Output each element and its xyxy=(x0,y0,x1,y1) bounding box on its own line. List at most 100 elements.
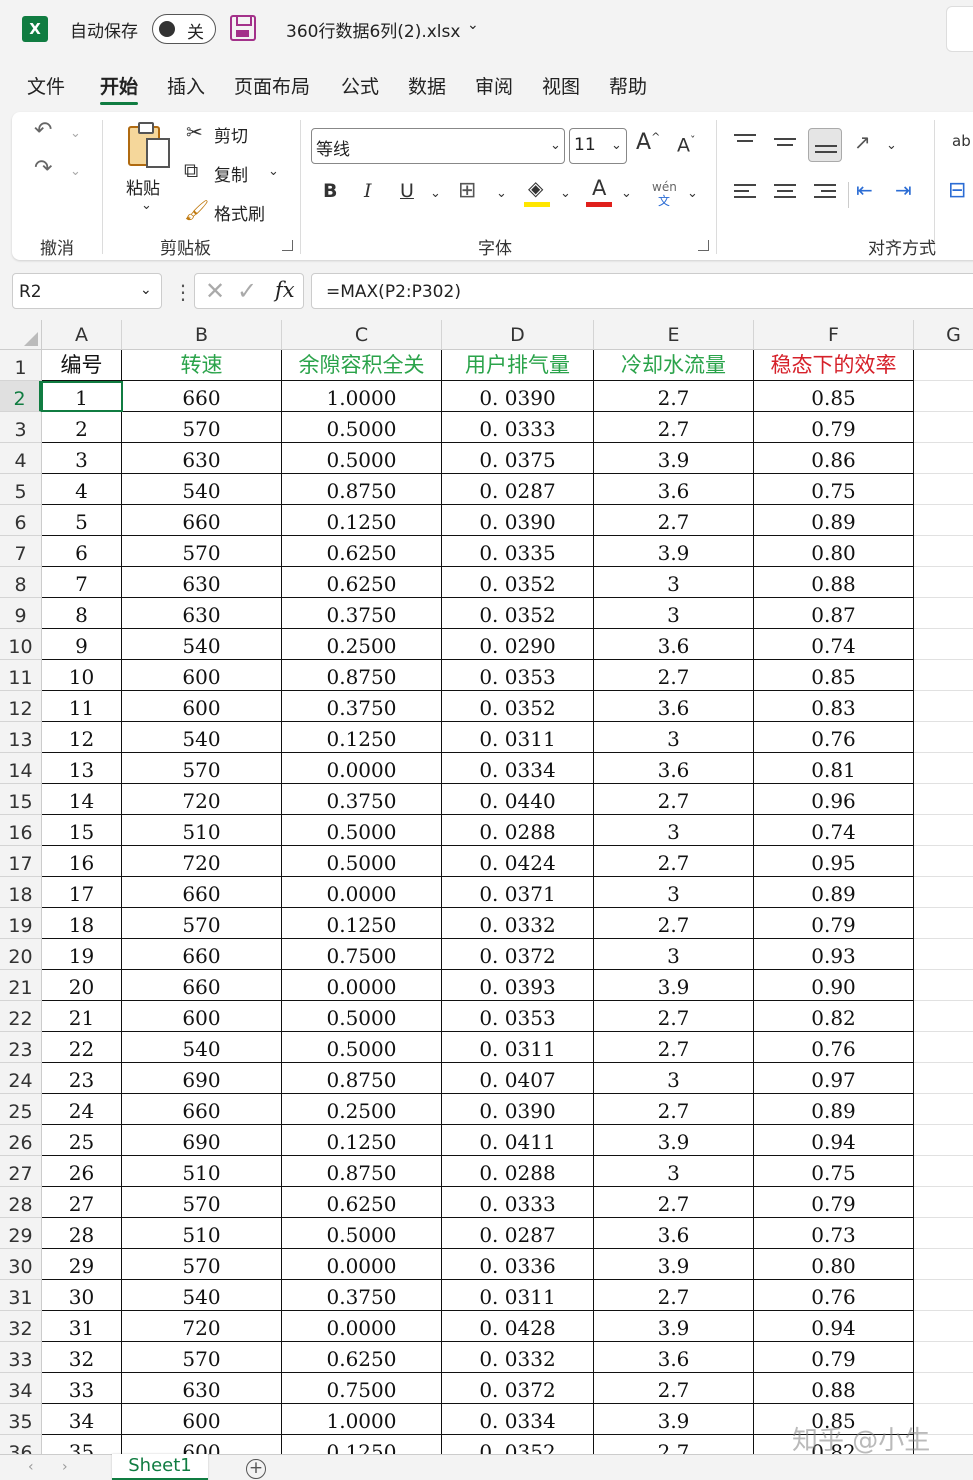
autosave-toggle[interactable]: 关 xyxy=(152,14,216,44)
data-cell[interactable]: 0.86 xyxy=(754,443,914,474)
data-cell[interactable]: 0.79 xyxy=(754,412,914,443)
empty-cell[interactable] xyxy=(914,660,973,691)
data-cell[interactable]: 0.89 xyxy=(754,505,914,536)
row-header[interactable]: 2 xyxy=(0,381,42,412)
prev-sheet-icon[interactable]: ‹ xyxy=(28,1459,34,1475)
data-cell[interactable]: 3 xyxy=(594,567,754,598)
data-cell[interactable]: 2.7 xyxy=(594,1435,754,1454)
data-cell[interactable]: 0.88 xyxy=(754,567,914,598)
data-cell[interactable]: 0.79 xyxy=(754,908,914,939)
row-header[interactable]: 27 xyxy=(0,1156,42,1187)
data-cell[interactable]: 0.0000 xyxy=(282,1311,442,1342)
tab-formulas[interactable]: 公式 xyxy=(341,72,379,99)
data-cell[interactable]: 21 xyxy=(42,1001,122,1032)
data-cell[interactable]: 0.81 xyxy=(754,753,914,784)
row-header[interactable]: 6 xyxy=(0,505,42,536)
data-cell[interactable]: 0.73 xyxy=(754,1218,914,1249)
data-cell[interactable]: 0.76 xyxy=(754,1032,914,1063)
data-cell[interactable]: 2.7 xyxy=(594,660,754,691)
data-cell[interactable]: 0.8750 xyxy=(282,660,442,691)
data-cell[interactable]: 0. 0332 xyxy=(442,908,594,939)
data-cell[interactable]: 0.96 xyxy=(754,784,914,815)
row-header[interactable]: 3 xyxy=(0,412,42,443)
data-cell[interactable]: 570 xyxy=(122,753,282,784)
data-cell[interactable]: 3 xyxy=(594,1156,754,1187)
data-cell[interactable]: 0. 0334 xyxy=(442,1404,594,1435)
empty-cell[interactable] xyxy=(914,1187,973,1218)
data-cell[interactable]: 3.6 xyxy=(594,691,754,722)
empty-cell[interactable] xyxy=(914,443,973,474)
data-cell[interactable]: 0.0000 xyxy=(282,753,442,784)
data-cell[interactable]: 0. 0288 xyxy=(442,815,594,846)
row-header[interactable]: 17 xyxy=(0,846,42,877)
undo-chevron-icon[interactable]: ⌄ xyxy=(70,126,81,141)
data-cell[interactable]: 2 xyxy=(42,412,122,443)
data-cell[interactable]: 3 xyxy=(594,815,754,846)
underline-chevron-icon[interactable]: ⌄ xyxy=(430,186,441,201)
data-cell[interactable]: 0.1250 xyxy=(282,1125,442,1156)
row-header[interactable]: 16 xyxy=(0,815,42,846)
more-dots-icon[interactable]: ⋮ xyxy=(173,280,193,304)
data-cell[interactable]: 0.5000 xyxy=(282,412,442,443)
data-cell[interactable]: 0.3750 xyxy=(282,691,442,722)
data-cell[interactable]: 33 xyxy=(42,1373,122,1404)
font-name-select[interactable]: 等线 xyxy=(311,128,565,164)
data-cell[interactable]: 0. 0336 xyxy=(442,1249,594,1280)
phonetic-chevron-icon[interactable]: ⌄ xyxy=(687,186,698,201)
name-box-chevron-icon[interactable]: ⌄ xyxy=(140,282,152,298)
copy-icon[interactable]: ⧉ xyxy=(184,158,198,182)
data-cell[interactable]: 660 xyxy=(122,381,282,412)
data-cell[interactable]: 27 xyxy=(42,1187,122,1218)
data-cell[interactable]: 0.74 xyxy=(754,815,914,846)
data-cell[interactable]: 0.90 xyxy=(754,970,914,1001)
data-cell[interactable]: 0.6250 xyxy=(282,1342,442,1373)
font-size-chevron-icon[interactable]: ⌄ xyxy=(611,138,622,153)
data-cell[interactable]: 3 xyxy=(594,1063,754,1094)
row-header[interactable]: 4 xyxy=(0,443,42,474)
data-cell[interactable]: 0.5000 xyxy=(282,815,442,846)
data-cell[interactable]: 3.9 xyxy=(594,536,754,567)
empty-cell[interactable] xyxy=(914,1218,973,1249)
row-header[interactable]: 8 xyxy=(0,567,42,598)
data-cell[interactable]: 0.75 xyxy=(754,474,914,505)
data-cell[interactable]: 0.89 xyxy=(754,877,914,908)
cut-button[interactable]: 剪切 xyxy=(214,122,248,147)
data-cell[interactable]: 630 xyxy=(122,567,282,598)
insert-function-button[interactable]: fx xyxy=(275,278,295,302)
data-cell[interactable]: 10 xyxy=(42,660,122,691)
increase-indent-icon[interactable]: ⇥ xyxy=(895,178,912,202)
data-cell[interactable]: 0.85 xyxy=(754,381,914,412)
data-cell[interactable]: 0.75 xyxy=(754,1156,914,1187)
data-cell[interactable]: 0. 0333 xyxy=(442,412,594,443)
column-header-e[interactable]: E xyxy=(594,320,754,350)
data-cell[interactable]: 0.3750 xyxy=(282,1280,442,1311)
data-cell[interactable]: 0.87 xyxy=(754,598,914,629)
header-cell[interactable]: 余隙容积全关 xyxy=(282,350,442,381)
data-cell[interactable]: 600 xyxy=(122,660,282,691)
data-cell[interactable]: 3.9 xyxy=(594,1125,754,1156)
empty-cell[interactable] xyxy=(914,1125,973,1156)
data-cell[interactable]: 0.89 xyxy=(754,1094,914,1125)
data-cell[interactable]: 0. 0428 xyxy=(442,1311,594,1342)
data-cell[interactable]: 2.7 xyxy=(594,1032,754,1063)
data-cell[interactable]: 3 xyxy=(594,722,754,753)
data-cell[interactable]: 0.1250 xyxy=(282,1435,442,1454)
data-cell[interactable]: 0.94 xyxy=(754,1311,914,1342)
data-cell[interactable]: 0.5000 xyxy=(282,1218,442,1249)
data-cell[interactable]: 2.7 xyxy=(594,1373,754,1404)
data-cell[interactable]: 3.9 xyxy=(594,1249,754,1280)
borders-chevron-icon[interactable]: ⌄ xyxy=(496,186,507,201)
cancel-icon[interactable]: ✕ xyxy=(205,277,225,305)
data-cell[interactable]: 12 xyxy=(42,722,122,753)
column-header-a[interactable]: A xyxy=(42,320,122,350)
data-cell[interactable]: 11 xyxy=(42,691,122,722)
empty-cell[interactable] xyxy=(914,1373,973,1404)
data-cell[interactable]: 6 xyxy=(42,536,122,567)
sheet-tab-sheet1[interactable]: Sheet1 xyxy=(112,1454,208,1480)
data-cell[interactable]: 0. 0352 xyxy=(442,567,594,598)
data-cell[interactable]: 3 xyxy=(594,939,754,970)
data-cell[interactable]: 3.9 xyxy=(594,443,754,474)
data-cell[interactable]: 630 xyxy=(122,1373,282,1404)
data-cell[interactable]: 31 xyxy=(42,1311,122,1342)
data-cell[interactable]: 5 xyxy=(42,505,122,536)
